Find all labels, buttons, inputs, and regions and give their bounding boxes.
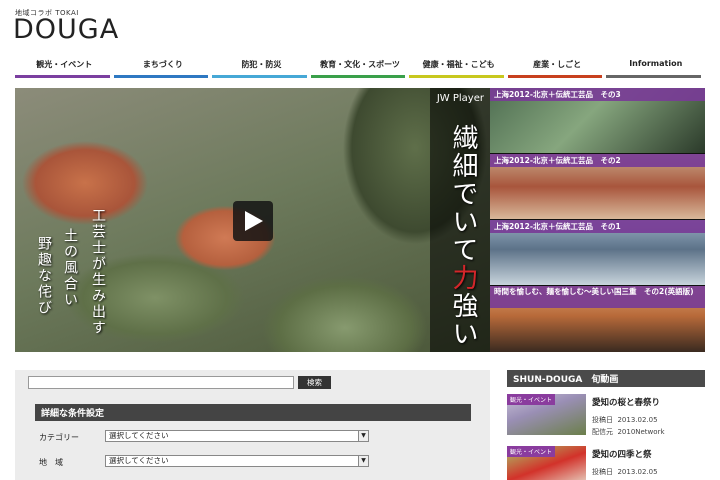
filter-row-category: カテゴリー 選択してください ▼ xyxy=(39,430,379,444)
nav-item-industry[interactable]: 産業・しごと xyxy=(507,56,607,78)
playlist-item[interactable]: 上海2012-北京＋伝統工芸品 その1 xyxy=(490,220,705,285)
date-label: 投稿日 xyxy=(592,468,613,476)
date-value: 2013.02.05 xyxy=(617,416,658,424)
shun-date-row: 投稿日 2013.02.05 xyxy=(592,415,658,425)
search-panel: 検索 詳細な条件設定 カテゴリー 選択してください ▼ 地 域 選択してください… xyxy=(15,370,490,480)
playlist-item[interactable]: 時間を愉しむ、麺を愉しむ～美しい国三重 その2(英語版) xyxy=(490,286,705,352)
filter-label: カテゴリー xyxy=(39,433,79,442)
nav-color-bar xyxy=(606,75,702,78)
nav-color-bar xyxy=(409,75,504,78)
nav-item-information[interactable]: Information xyxy=(606,56,705,78)
filter-label: 地 域 xyxy=(39,458,63,467)
select-value: 選択してください xyxy=(109,431,169,440)
playlist-item-title: 上海2012-北京＋伝統工芸品 その1 xyxy=(490,220,705,233)
playlist-item-title: 時間を愉しむ、麺を愉しむ～美しい国三重 その2(英語版) xyxy=(490,286,705,308)
nav-item-label: 観光・イベント xyxy=(36,60,93,69)
nav-item-label: 健康・福祉・こども xyxy=(422,60,495,69)
caption-part: 強い xyxy=(448,292,478,348)
nav-color-bar xyxy=(507,75,603,78)
nav-color-bar xyxy=(15,75,110,78)
chevron-down-icon: ▼ xyxy=(358,456,368,466)
video-player[interactable]: JW Player 繊細でいて力強い 工芸士が生み出す 土の風合い 野趣な侘び xyxy=(15,88,490,352)
video-caption-4: 野趣な侘び xyxy=(36,236,52,316)
category-nav: 観光・イベント まちづくり 防犯・防災 教育・文化・スポーツ 健康・福祉・こども… xyxy=(15,56,705,78)
nav-item-education[interactable]: 教育・文化・スポーツ xyxy=(310,56,410,78)
play-button[interactable] xyxy=(233,201,273,241)
nav-color-bar xyxy=(113,75,209,78)
caption-part: 繊細でいて xyxy=(448,124,478,264)
category-badge: 観光・イベント xyxy=(507,446,556,457)
nav-item-health[interactable]: 健康・福祉・こども xyxy=(409,56,508,78)
caption-part-red: 力 xyxy=(448,264,478,292)
search-button[interactable]: 検索 xyxy=(298,376,331,389)
playlist-item-title: 上海2012-北京＋伝統工芸品 その2 xyxy=(490,154,705,167)
shun-douga-heading: SHUN-DOUGA 旬動画 xyxy=(507,370,705,387)
shun-thumbnail: 観光・イベント xyxy=(507,446,586,480)
select-value: 選択してください xyxy=(109,456,169,465)
nav-item-label: まちづくり xyxy=(142,60,183,69)
nav-item-label: 防犯・防災 xyxy=(241,60,282,69)
nav-item-tourism[interactable]: 観光・イベント xyxy=(15,56,114,78)
shun-source-row: 配信元 2010Network xyxy=(592,427,665,437)
video-caption-main: 繊細でいて力強い xyxy=(445,124,482,348)
video-playlist: 上海2012-北京＋伝統工芸品 その3 上海2012-北京＋伝統工芸品 その2 … xyxy=(490,88,705,352)
video-caption-3: 土の風合い xyxy=(62,228,78,308)
date-value: 2013.02.05 xyxy=(617,468,658,476)
nav-item-label: 教育・文化・スポーツ xyxy=(320,60,400,69)
category-badge: 観光・イベント xyxy=(507,394,556,405)
shun-video-item[interactable]: 観光・イベント 愛知の四季と祭 投稿日 2013.02.05 xyxy=(507,446,705,480)
search-input[interactable] xyxy=(28,376,294,389)
filter-heading: 詳細な条件設定 xyxy=(35,404,471,421)
video-caption-2: 工芸士が生み出す xyxy=(90,208,106,336)
site-logo[interactable]: DOUGA xyxy=(13,14,119,45)
nav-item-label: 産業・しごと xyxy=(533,60,582,69)
nav-item-safety[interactable]: 防犯・防災 xyxy=(212,56,311,78)
shun-video-title[interactable]: 愛知の桜と春祭り xyxy=(592,396,660,408)
shun-video-item[interactable]: 観光・イベント 愛知の桜と春祭り 投稿日 2013.02.05 配信元 2010… xyxy=(507,394,705,440)
playlist-item[interactable]: 上海2012-北京＋伝統工芸品 その2 xyxy=(490,154,705,219)
playlist-item[interactable]: 上海2012-北京＋伝統工芸品 その3 xyxy=(490,88,705,153)
nav-item-town[interactable]: まちづくり xyxy=(113,56,213,78)
nav-color-bar xyxy=(212,75,307,78)
source-value: 2010Network xyxy=(617,428,665,436)
player-brand-label: JW Player xyxy=(436,93,484,104)
shun-video-title[interactable]: 愛知の四季と祭 xyxy=(592,448,652,460)
playlist-item-title: 上海2012-北京＋伝統工芸品 その3 xyxy=(490,88,705,101)
nav-color-bar xyxy=(310,75,406,78)
category-select[interactable]: 選択してください ▼ xyxy=(105,430,369,442)
shun-thumbnail: 観光・イベント xyxy=(507,394,586,435)
date-label: 投稿日 xyxy=(592,416,613,424)
source-label: 配信元 xyxy=(592,428,613,436)
shun-date-row: 投稿日 2013.02.05 xyxy=(592,467,658,477)
filter-row-region: 地 域 選択してください ▼ xyxy=(39,455,379,469)
region-select[interactable]: 選択してください ▼ xyxy=(105,455,369,467)
play-icon xyxy=(245,211,263,231)
site-header: 地域コラボ TOKAI DOUGA xyxy=(0,0,720,56)
nav-item-label: Information xyxy=(629,59,683,68)
chevron-down-icon: ▼ xyxy=(358,431,368,441)
